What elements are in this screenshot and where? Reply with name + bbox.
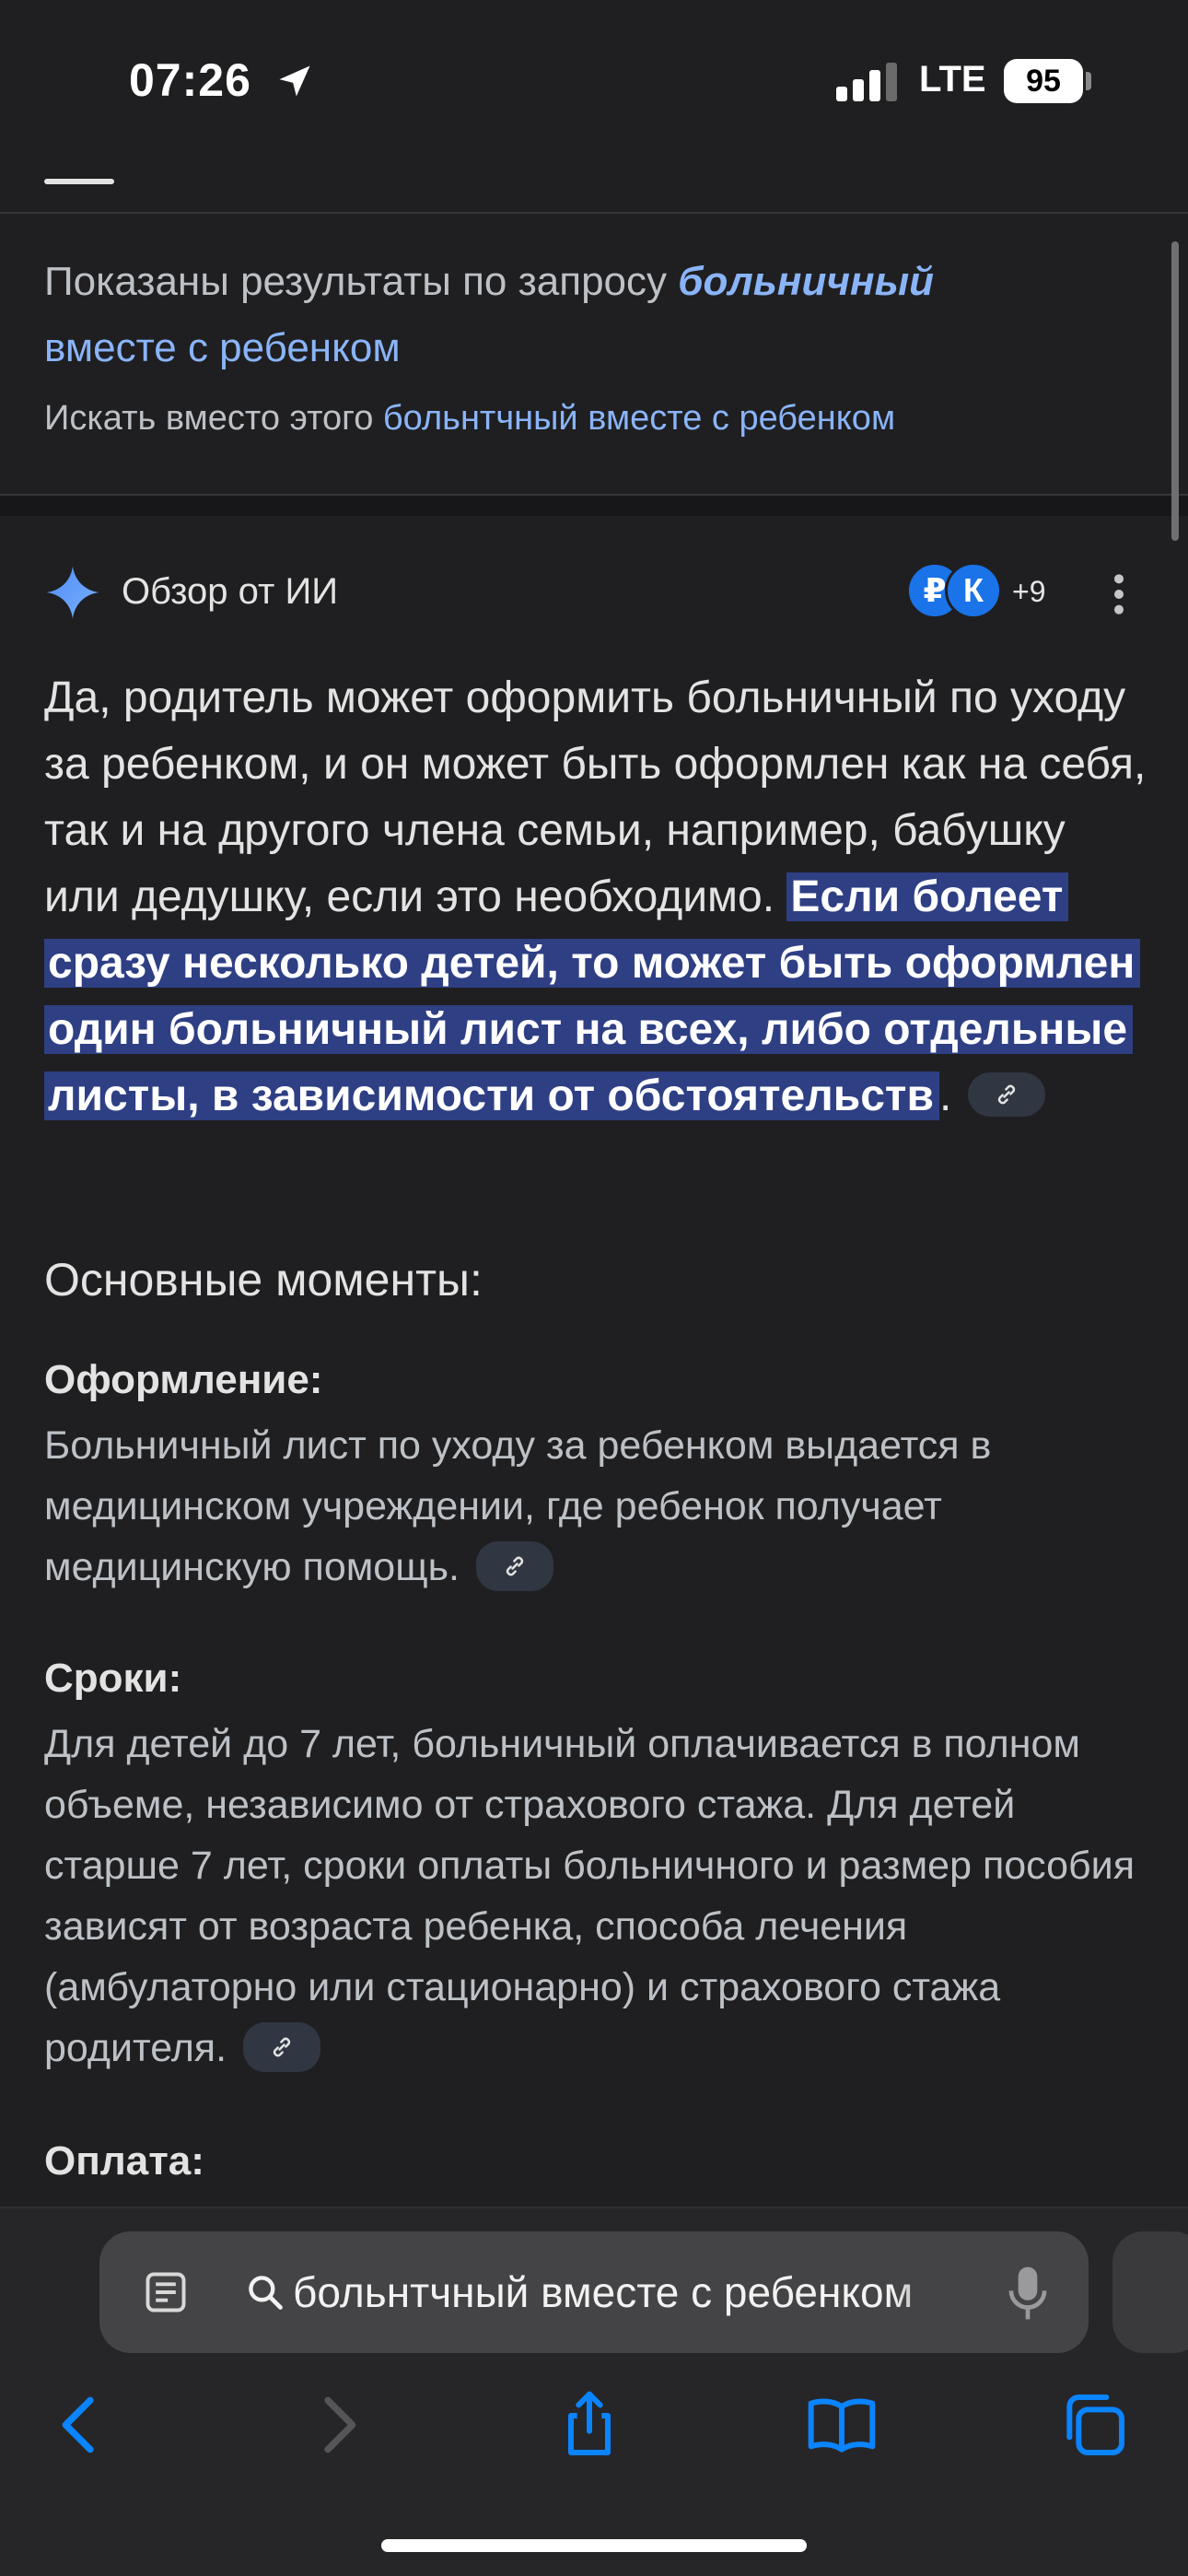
battery-tip	[1086, 72, 1091, 90]
link-icon	[998, 1084, 1016, 1105]
spelling-correction: Показаны результаты по запросу больничны…	[44, 249, 1140, 446]
bookmarks-icon[interactable]	[805, 2388, 879, 2462]
key-point-title: Оплата:	[44, 2138, 204, 2184]
showing-results-prefix: Показаны результаты по запросу	[44, 259, 679, 304]
source-badge-k-icon[interactable]: К	[945, 562, 1002, 619]
tabs-icon[interactable]	[1057, 2388, 1131, 2462]
status-time: 07:26	[129, 54, 251, 106]
network-type: LTE	[919, 59, 986, 100]
key-points-heading: Основные моменты:	[44, 1254, 483, 1306]
ai-summary-text: Да, родитель может оформить больничный п…	[44, 665, 1149, 1130]
ai-overview-title: Обзор от ИИ	[122, 571, 338, 612]
address-text[interactable]: больнтчный вместе с ребенком	[293, 2266, 974, 2318]
showing-results-line: Показаны результаты по запросу больничны…	[44, 249, 1140, 381]
reader-icon[interactable]	[142, 2268, 190, 2316]
tabs-divider	[0, 212, 1188, 214]
key-point-registration: Оформление: Больничный лист по уходу за …	[44, 1352, 1149, 1598]
link-icon	[506, 1556, 524, 1575]
location-arrow-icon	[279, 65, 310, 97]
page-scrollbar[interactable]	[1171, 241, 1179, 541]
share-icon[interactable]	[553, 2388, 626, 2462]
original-query-link[interactable]: больнтчный вместе с ребенком	[383, 399, 895, 438]
key-point-payment: Оплата:	[44, 2134, 1149, 2189]
key-point-terms: Сроки: Для детей до 7 лет, больничный оп…	[44, 1651, 1149, 2078]
more-options-icon[interactable]	[1105, 571, 1133, 617]
forward-icon[interactable]	[300, 2388, 374, 2462]
key-point-body: Для детей до 7 лет, больничный оплачивае…	[44, 1714, 1149, 2078]
microphone-icon[interactable]	[1007, 2265, 1048, 2322]
more-sources-count[interactable]: +9	[1012, 575, 1045, 609]
cellular-signal-icon	[836, 63, 897, 101]
search-icon	[249, 2276, 283, 2310]
link-icon	[273, 2037, 291, 2056]
key-point-title: Сроки:	[44, 1656, 182, 1701]
corrected-query-link-rest[interactable]: вместе с ребенком	[44, 325, 401, 370]
key-point-body: Больничный лист по уходу за ребенком выд…	[44, 1415, 1149, 1598]
summary-end: .	[938, 1071, 952, 1120]
source-link-chip[interactable]	[968, 1072, 1046, 1118]
status-bar: 07:26 LTE 95	[0, 0, 1188, 161]
corrected-query-link[interactable]: больничный	[678, 259, 934, 304]
search-instead-prefix: Искать вместо этого	[44, 399, 383, 438]
home-indicator[interactable]	[381, 2539, 807, 2552]
battery-level: 95	[1026, 63, 1061, 99]
search-instead-line: Искать вместо этого больнтчный вместе с …	[44, 391, 1140, 446]
gemini-sparkle-icon	[46, 566, 99, 619]
active-tab-indicator	[44, 179, 114, 184]
next-tab-preview[interactable]	[1112, 2231, 1188, 2353]
key-point-title: Оформление:	[44, 1357, 323, 1402]
section-separator	[0, 494, 1188, 516]
address-bar[interactable]: больнтчный вместе с ребенком	[99, 2231, 1089, 2353]
source-link-chip[interactable]	[243, 2021, 321, 2072]
battery-icon: 95	[1004, 59, 1083, 103]
key-point-text: Для детей до 7 лет, больничный оплачивае…	[44, 1722, 1135, 2070]
source-link-chip[interactable]	[475, 1540, 553, 1591]
back-icon[interactable]	[44, 2388, 118, 2462]
